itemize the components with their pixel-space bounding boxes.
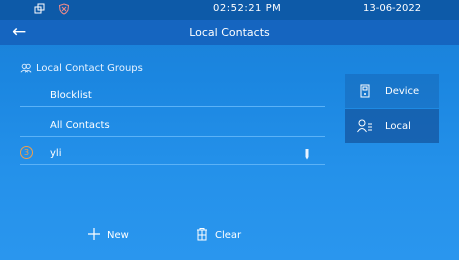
local-contacts-button[interactable]: Local (345, 109, 439, 143)
clear-label: Clear (215, 230, 242, 241)
device-icon (357, 83, 373, 99)
source-panel: Device Local (345, 72, 439, 143)
device-label: Device (385, 85, 420, 97)
list-item-all-contacts[interactable]: All Contacts (20, 114, 325, 137)
list-item-label: All Contacts (50, 120, 110, 131)
page-title: Local Contacts (189, 26, 270, 39)
list-item-label: Blocklist (50, 90, 92, 101)
clear-button[interactable]: Clear (195, 227, 241, 244)
status-date: 13-06-2022 (363, 3, 422, 14)
contact-count-badge: 3 (20, 146, 33, 159)
contact-groups-header[interactable]: Local Contact Groups (20, 59, 325, 77)
local-label: Local (385, 120, 411, 132)
device-contacts-button[interactable]: Device (345, 74, 439, 108)
title-bar: ← Local Contacts (0, 20, 459, 45)
plus-icon (87, 227, 101, 244)
contact-list-icon (357, 118, 373, 134)
contact-groups-label: Local Contact Groups (36, 62, 143, 74)
trash-icon (195, 227, 209, 244)
list-item-blocklist[interactable]: Blocklist (20, 84, 325, 107)
bottom-toolbar: New Clear (0, 224, 459, 260)
list-item-contact[interactable]: 3 yli (20, 142, 325, 165)
contact-group-icon (20, 59, 32, 78)
status-time: 02:52:21 PM (213, 3, 282, 14)
edit-icon[interactable] (303, 145, 311, 164)
new-label: New (107, 230, 129, 241)
shield-icon (58, 3, 70, 18)
new-contact-button[interactable]: New (87, 227, 129, 244)
status-icons (34, 3, 70, 18)
status-bar: 02:52:21 PM 13-06-2022 (0, 0, 459, 20)
list-item-label: yli (50, 148, 62, 159)
network-icon (34, 3, 46, 18)
